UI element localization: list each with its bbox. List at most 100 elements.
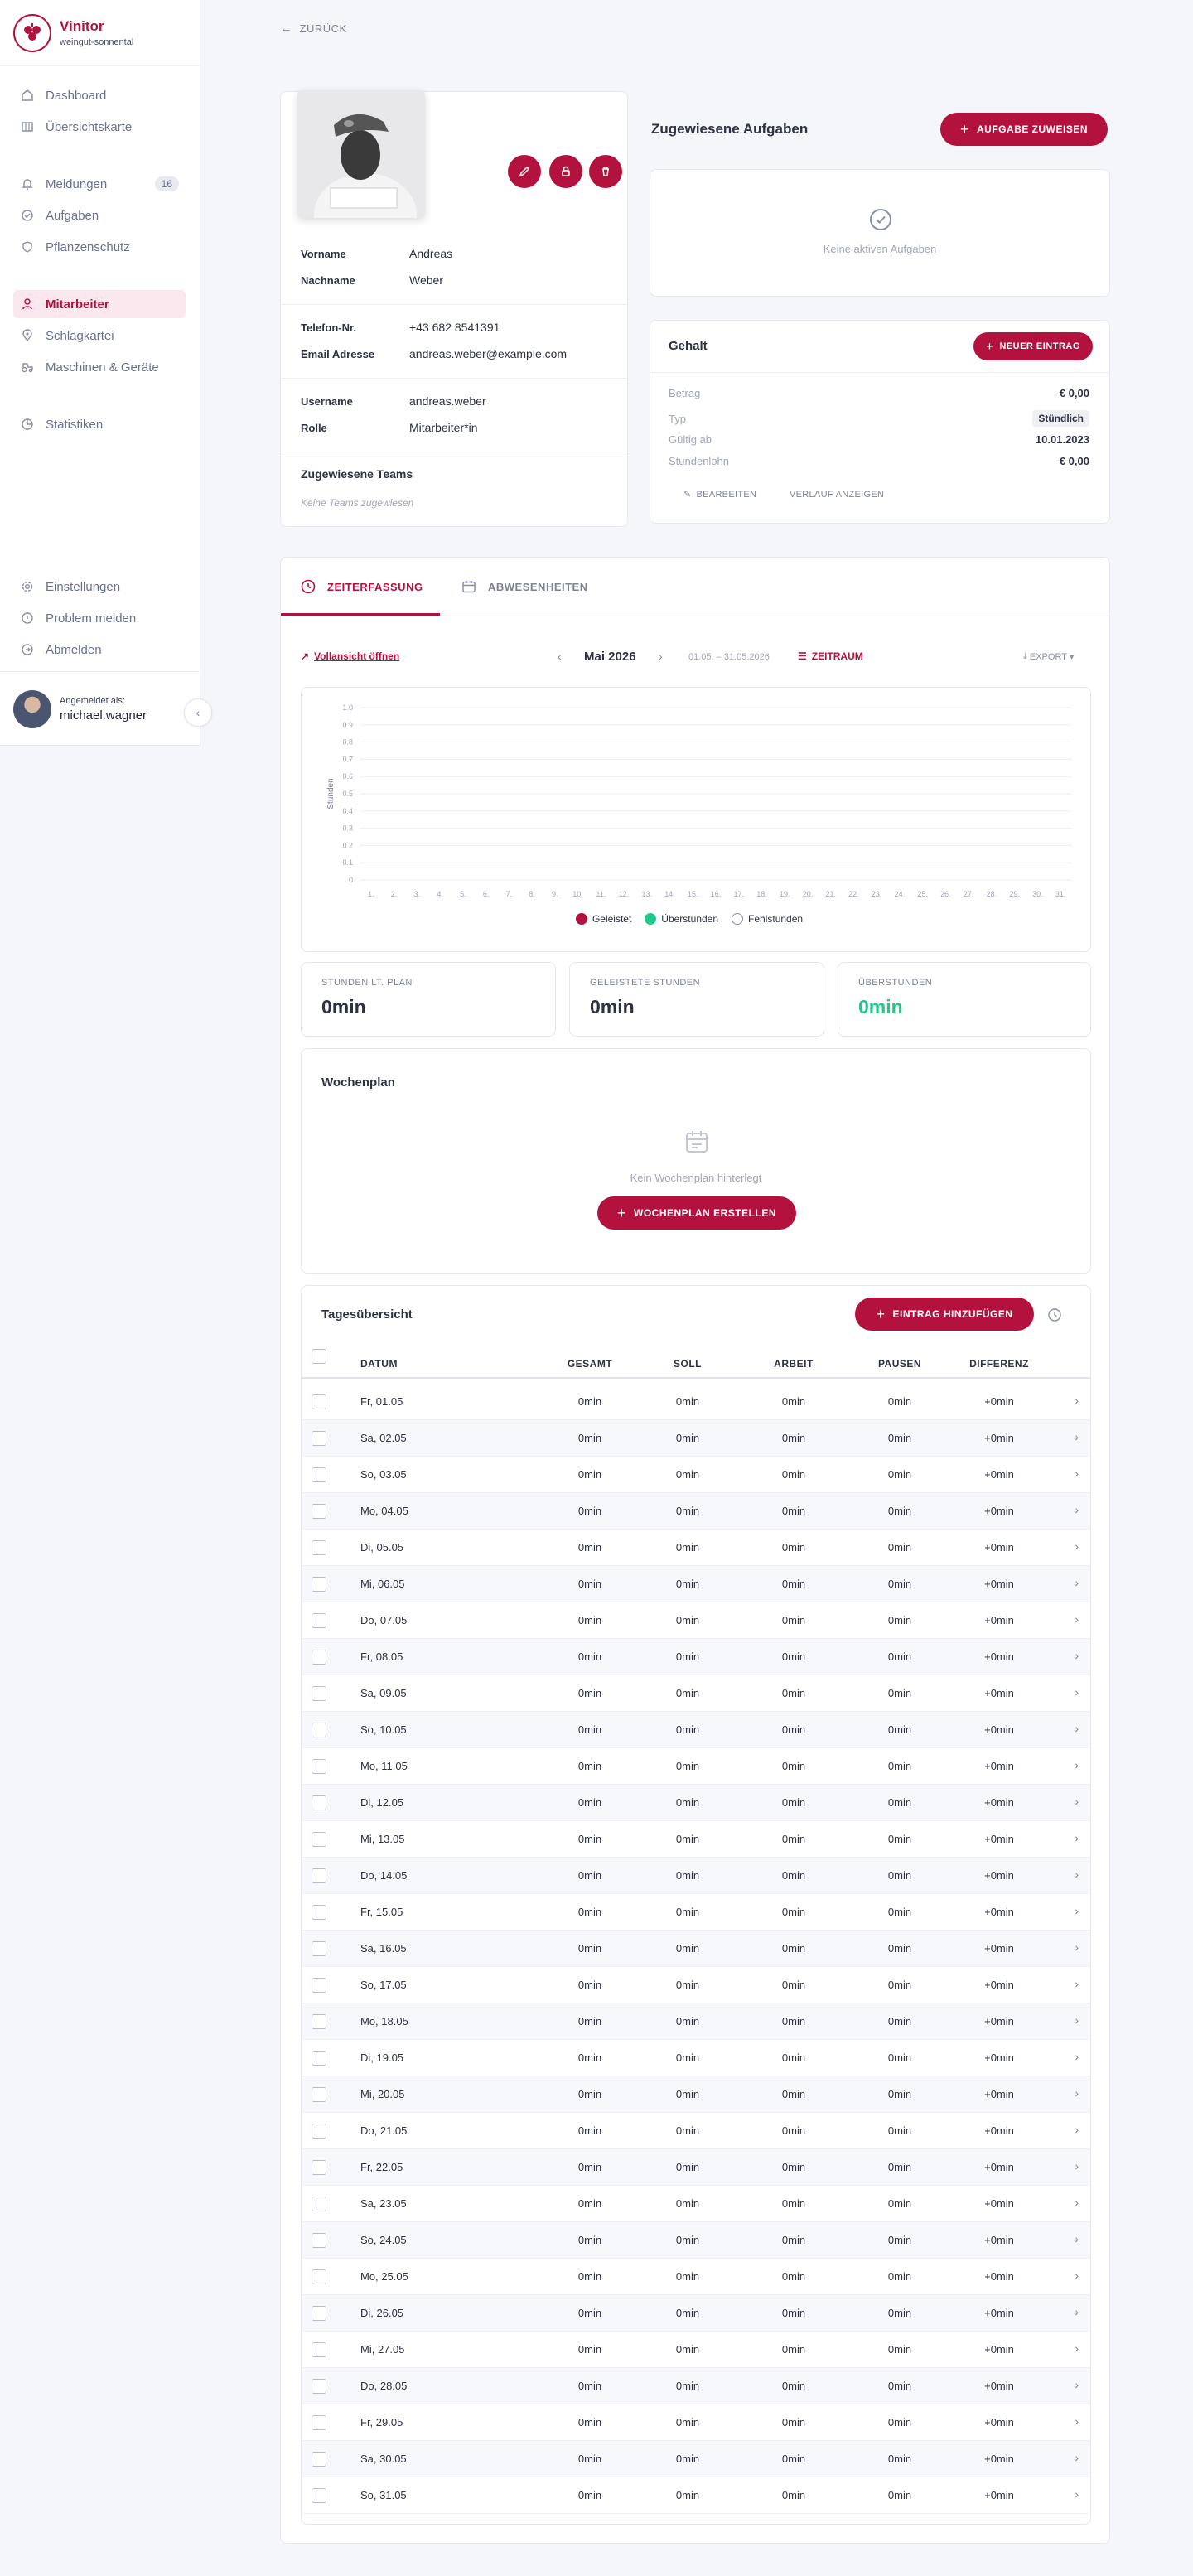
chevron-right-icon[interactable]: › xyxy=(1075,2414,1079,2428)
table-row[interactable]: So, 24.05 0min 0min 0min 0min +0min › xyxy=(302,2222,1090,2259)
row-checkbox[interactable] xyxy=(312,2014,326,2029)
row-checkbox[interactable] xyxy=(312,1868,326,1883)
row-checkbox[interactable] xyxy=(312,1832,326,1847)
sidebar-item-dashboard[interactable]: Dashboard xyxy=(13,81,186,109)
row-checkbox[interactable] xyxy=(312,2124,326,2139)
create-weekplan-button[interactable]: + WOCHENPLAN ERSTELLEN xyxy=(597,1196,796,1230)
sidebar-item-aufgaben[interactable]: Aufgaben xyxy=(13,201,186,230)
salary-history-link[interactable]: VERLAUF ANZEIGEN xyxy=(790,490,884,500)
history-clock-button[interactable] xyxy=(1047,1307,1062,1322)
sidebar-item-abmelden[interactable]: Abmelden xyxy=(13,636,186,664)
row-checkbox[interactable] xyxy=(312,2160,326,2175)
table-row[interactable]: Fr, 01.05 0min 0min 0min 0min +0min › xyxy=(302,1384,1090,1420)
fullview-link[interactable]: ↗ Vollansicht öffnen xyxy=(301,650,399,662)
new-salary-entry-button[interactable]: + NEUER EINTRAG xyxy=(973,332,1093,360)
sidebar-item-pflanzenschutz[interactable]: Pflanzenschutz xyxy=(13,233,186,261)
chevron-right-icon[interactable]: › xyxy=(1075,1831,1079,1844)
chevron-right-icon[interactable]: › xyxy=(1075,2159,1079,2172)
chevron-right-icon[interactable]: › xyxy=(1075,1795,1079,1808)
assign-task-button[interactable]: + AUFGABE ZUWEISEN xyxy=(940,113,1108,146)
chevron-right-icon[interactable]: › xyxy=(1075,1722,1079,1735)
chevron-right-icon[interactable]: › xyxy=(1075,1868,1079,1881)
table-row[interactable]: Fr, 15.05 0min 0min 0min 0min +0min › xyxy=(302,1894,1090,1931)
brand[interactable]: Vinitor weingut-sonnental xyxy=(0,0,200,66)
sidebar-item-schlagkartei[interactable]: Schlagkartei xyxy=(13,321,186,350)
row-checkbox[interactable] xyxy=(312,2415,326,2430)
table-row[interactable]: Fr, 08.05 0min 0min 0min 0min +0min › xyxy=(302,1639,1090,1675)
chevron-right-icon[interactable]: › xyxy=(1075,1977,1079,1990)
row-checkbox[interactable] xyxy=(312,2087,326,2102)
sidebar-item-uebersichtskarte[interactable]: Übersichtskarte xyxy=(13,113,186,141)
table-row[interactable]: Di, 26.05 0min 0min 0min 0min +0min › xyxy=(302,2295,1090,2332)
table-row[interactable]: Sa, 02.05 0min 0min 0min 0min +0min › xyxy=(302,1420,1090,1457)
row-checkbox[interactable] xyxy=(312,1759,326,1774)
table-row[interactable]: Di, 19.05 0min 0min 0min 0min +0min › xyxy=(302,2040,1090,2076)
table-row[interactable]: Mo, 04.05 0min 0min 0min 0min +0min › xyxy=(302,1493,1090,1530)
next-month-button[interactable]: › xyxy=(659,650,663,663)
row-checkbox[interactable] xyxy=(312,1905,326,1920)
table-row[interactable]: Do, 28.05 0min 0min 0min 0min +0min › xyxy=(302,2368,1090,2404)
row-checkbox[interactable] xyxy=(312,2233,326,2248)
row-checkbox[interactable] xyxy=(312,1941,326,1956)
table-row[interactable]: Sa, 30.05 0min 0min 0min 0min +0min › xyxy=(302,2441,1090,2477)
row-checkbox[interactable] xyxy=(312,2269,326,2284)
sidebar-item-maschinen[interactable]: Maschinen & Geräte xyxy=(13,353,186,381)
chevron-right-icon[interactable]: › xyxy=(1075,2196,1079,2209)
delete-button[interactable] xyxy=(589,155,622,188)
tab-zeiterfassung[interactable]: ZEITERFASSUNG xyxy=(301,558,423,616)
row-checkbox[interactable] xyxy=(312,1613,326,1628)
row-checkbox[interactable] xyxy=(312,1686,326,1701)
period-button[interactable]: ☰ ZEITRAUM xyxy=(798,650,863,662)
collapse-sidebar-button[interactable]: ‹ xyxy=(184,698,212,727)
table-row[interactable]: So, 17.05 0min 0min 0min 0min +0min › xyxy=(302,1967,1090,2003)
chevron-right-icon[interactable]: › xyxy=(1075,2378,1079,2391)
row-checkbox[interactable] xyxy=(312,1650,326,1665)
row-checkbox[interactable] xyxy=(312,2488,326,2503)
table-row[interactable]: Di, 12.05 0min 0min 0min 0min +0min › xyxy=(302,1785,1090,1821)
row-checkbox[interactable] xyxy=(312,2306,326,2321)
edit-button[interactable] xyxy=(508,155,541,188)
row-checkbox[interactable] xyxy=(312,1978,326,1993)
table-row[interactable]: Sa, 23.05 0min 0min 0min 0min +0min › xyxy=(302,2186,1090,2222)
table-row[interactable]: Do, 14.05 0min 0min 0min 0min +0min › xyxy=(302,1858,1090,1894)
table-row[interactable]: Do, 21.05 0min 0min 0min 0min +0min › xyxy=(302,2113,1090,2149)
chevron-right-icon[interactable]: › xyxy=(1075,1539,1079,1553)
chevron-right-icon[interactable]: › xyxy=(1075,2086,1079,2100)
select-all-checkbox[interactable] xyxy=(312,1349,326,1364)
chevron-right-icon[interactable]: › xyxy=(1075,2451,1079,2464)
table-row[interactable]: So, 03.05 0min 0min 0min 0min +0min › xyxy=(302,1457,1090,1493)
table-row[interactable]: Mi, 20.05 0min 0min 0min 0min +0min › xyxy=(302,2076,1090,2113)
row-checkbox[interactable] xyxy=(312,2342,326,2357)
row-checkbox[interactable] xyxy=(312,1467,326,1482)
chevron-right-icon[interactable]: › xyxy=(1075,1612,1079,1626)
column-header-arbeit[interactable]: ARBEIT xyxy=(761,1358,827,1370)
edit-salary-link[interactable]: ✎ BEARBEITEN xyxy=(683,489,756,500)
row-checkbox[interactable] xyxy=(312,1431,326,1446)
table-row[interactable]: Mi, 27.05 0min 0min 0min 0min +0min › xyxy=(302,2332,1090,2368)
chevron-right-icon[interactable]: › xyxy=(1075,2050,1079,2063)
chevron-right-icon[interactable]: › xyxy=(1075,1649,1079,1662)
sidebar-item-problem-melden[interactable]: Problem melden xyxy=(13,604,186,632)
legend-ueberstunden[interactable]: Überstunden xyxy=(645,913,718,925)
legend-fehlstunden[interactable]: Fehlstunden xyxy=(732,913,803,925)
table-row[interactable]: So, 31.05 0min 0min 0min 0min +0min › xyxy=(302,2477,1090,2514)
chevron-right-icon[interactable]: › xyxy=(1075,1904,1079,1917)
table-row[interactable]: So, 10.05 0min 0min 0min 0min +0min › xyxy=(302,1712,1090,1748)
row-checkbox[interactable] xyxy=(312,1577,326,1592)
export-button[interactable]: ⤓ EXPORT ▾ xyxy=(1023,651,1074,662)
table-row[interactable]: Mo, 25.05 0min 0min 0min 0min +0min › xyxy=(302,2259,1090,2295)
column-header-soll[interactable]: SOLL xyxy=(654,1358,721,1370)
back-link[interactable]: ← ZURÜCK xyxy=(280,22,347,36)
table-row[interactable]: Mo, 11.05 0min 0min 0min 0min +0min › xyxy=(302,1748,1090,1785)
prev-month-button[interactable]: ‹ xyxy=(558,650,562,663)
table-row[interactable]: Do, 07.05 0min 0min 0min 0min +0min › xyxy=(302,1602,1090,1639)
chevron-right-icon[interactable]: › xyxy=(1075,2013,1079,2027)
chevron-right-icon[interactable]: › xyxy=(1075,1685,1079,1699)
sidebar-item-einstellungen[interactable]: Einstellungen xyxy=(13,573,186,601)
row-checkbox[interactable] xyxy=(312,1540,326,1555)
row-checkbox[interactable] xyxy=(312,2379,326,2394)
table-row[interactable]: Di, 05.05 0min 0min 0min 0min +0min › xyxy=(302,1530,1090,1566)
row-checkbox[interactable] xyxy=(312,2051,326,2066)
chevron-right-icon[interactable]: › xyxy=(1075,1430,1079,1443)
add-entry-button[interactable]: + EINTRAG HINZUFÜGEN xyxy=(855,1298,1034,1331)
